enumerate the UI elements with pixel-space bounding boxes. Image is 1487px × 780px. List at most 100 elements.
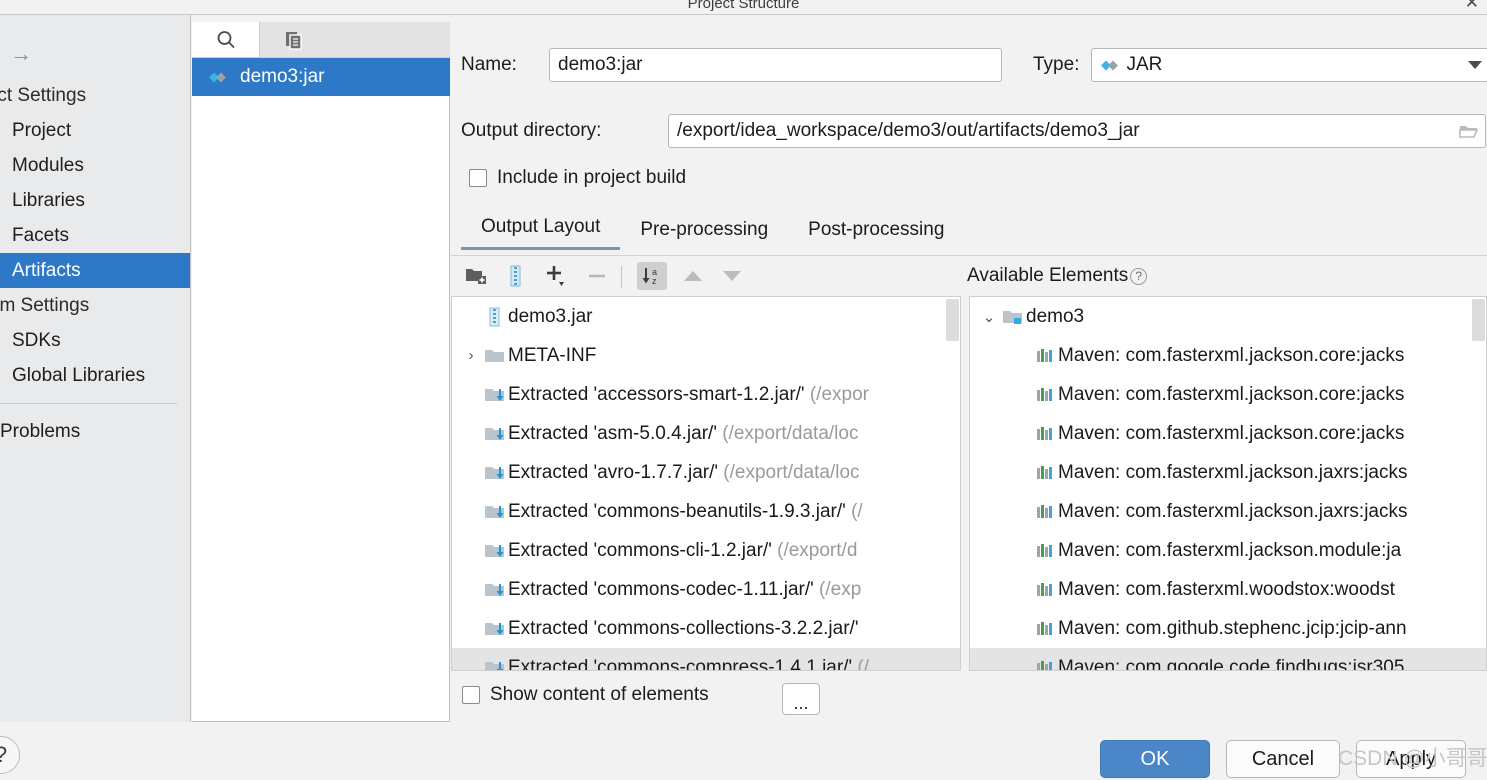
chevron-down-icon[interactable] xyxy=(1468,61,1483,69)
tree-row[interactable]: Extracted 'commons-collections-3.2.2.jar… xyxy=(452,609,960,648)
tree-row[interactable]: Extracted 'commons-cli-1.2.jar/' (/expor… xyxy=(452,531,960,570)
help-circle-icon[interactable]: ? xyxy=(1130,267,1148,285)
remove-icon xyxy=(582,262,612,290)
add-icon[interactable] xyxy=(541,262,571,290)
output-layout-tree[interactable]: demo3.jar › META-INF Extracted 'accessor… xyxy=(451,296,961,671)
sort-alphabetically-icon[interactable]: a z xyxy=(637,262,667,290)
artifacts-list-panel: demo3:jar xyxy=(192,22,450,722)
type-field-row: Type: JAR xyxy=(1033,48,1487,82)
tree-row-label: Maven: com.fasterxml.woodstox:woodst xyxy=(1058,578,1395,600)
tree-row[interactable]: Maven: com.github.stephenc.jcip:jcip-ann xyxy=(970,609,1486,648)
tree-row[interactable]: Extracted 'avro-1.7.7.jar/' (/export/dat… xyxy=(452,453,960,492)
jar-icon xyxy=(482,307,508,327)
sidebar-item-modules[interactable]: Modules xyxy=(0,148,190,183)
tree-row[interactable]: Maven: com.fasterxml.woodstox:woodst xyxy=(970,570,1486,609)
ok-button[interactable]: OK xyxy=(1100,740,1210,778)
forward-arrow-icon[interactable]: → xyxy=(10,43,32,65)
sidebar-item-global-libraries[interactable]: Global Libraries xyxy=(0,358,190,393)
extracted-icon xyxy=(482,542,508,560)
help-icon[interactable]: ? xyxy=(0,736,20,774)
tree-row-label: Extracted 'accessors-smart-1.2.jar/' (/e… xyxy=(508,383,869,405)
maven-library-icon xyxy=(1032,542,1058,560)
move-down-icon xyxy=(717,262,747,290)
name-input[interactable] xyxy=(549,48,1002,82)
tree-row[interactable]: › META-INF xyxy=(452,336,960,375)
tree-row[interactable]: Maven: com.fasterxml.jackson.core:jacks xyxy=(970,336,1486,375)
copy-icon[interactable] xyxy=(260,22,328,57)
browse-folder-icon[interactable] xyxy=(1451,115,1485,147)
name-field-row: Name: xyxy=(461,48,1002,82)
sidebar-divider xyxy=(0,403,177,404)
apply-button[interactable]: Apply xyxy=(1356,740,1466,778)
search-icon[interactable] xyxy=(192,22,260,57)
type-combobox[interactable]: JAR xyxy=(1091,48,1487,82)
tree-twisty[interactable]: ⌄ xyxy=(978,308,1000,326)
sidebar-item-facets[interactable]: Facets xyxy=(0,218,190,253)
close-icon[interactable]: ✕ xyxy=(1465,0,1479,13)
sidebar-list: oject Settings Project Modules Libraries… xyxy=(0,78,190,449)
include-in-build-label: Include in project build xyxy=(497,167,687,188)
tab-post-processing[interactable]: Post-processing xyxy=(788,213,964,250)
tree-footer-strip: Show content of elements ... xyxy=(451,672,1487,722)
svg-text:z: z xyxy=(652,276,657,286)
browse-button[interactable]: ... xyxy=(782,683,820,715)
tree-row[interactable]: ⌄ demo3 xyxy=(970,297,1486,336)
tree-row[interactable]: demo3.jar xyxy=(452,297,960,336)
scrollbar-thumb[interactable] xyxy=(946,299,959,341)
layout-toolbar: a z Available Elements ? xyxy=(451,256,1487,296)
tree-row[interactable]: Maven: com.fasterxml.jackson.core:jacks xyxy=(970,375,1486,414)
tree-row[interactable]: Maven: com.fasterxml.jackson.core:jacks xyxy=(970,414,1486,453)
tree-row-label: Extracted 'commons-codec-1.11.jar/' (/ex… xyxy=(508,578,862,600)
output-directory-wrapper xyxy=(668,114,1486,148)
artifacts-rows: demo3:jar xyxy=(192,58,450,721)
artifacts-toolbar xyxy=(192,22,450,58)
sidebar-item-artifacts[interactable]: Artifacts xyxy=(0,253,190,288)
include-in-build-row: Include in project build xyxy=(469,167,686,189)
tree-twisty[interactable]: › xyxy=(460,347,482,364)
show-content-label: Show content of elements xyxy=(490,684,709,705)
sidebar-item-libraries[interactable]: Libraries xyxy=(0,183,190,218)
name-label: Name: xyxy=(461,54,517,75)
sidebar-item-project[interactable]: Project xyxy=(0,113,190,148)
create-archive-icon[interactable] xyxy=(501,262,531,290)
tree-row[interactable]: Extracted 'commons-codec-1.11.jar/' (/ex… xyxy=(452,570,960,609)
scrollbar-thumb[interactable] xyxy=(1472,299,1485,341)
tree-row-label: Extracted 'avro-1.7.7.jar/' (/export/dat… xyxy=(508,461,860,483)
editor-tabs: Output Layout Pre-processing Post-proces… xyxy=(461,210,964,250)
tree-row[interactable]: Maven: com.fasterxml.jackson.module:ja xyxy=(970,531,1486,570)
show-content-checkbox[interactable] xyxy=(462,686,480,704)
maven-library-icon xyxy=(1032,347,1058,365)
tree-row[interactable]: Maven: com.fasterxml.jackson.jaxrs:jacks xyxy=(970,453,1486,492)
output-directory-input[interactable] xyxy=(668,114,1486,148)
sidebar-item-problems[interactable]: Problems xyxy=(0,414,190,449)
maven-library-icon xyxy=(1032,659,1058,670)
list-item[interactable]: demo3:jar xyxy=(192,58,450,96)
output-directory-label: Output directory: xyxy=(461,120,602,141)
tree-row-label: META-INF xyxy=(508,344,597,366)
tab-output-layout[interactable]: Output Layout xyxy=(461,210,621,250)
artifact-name: demo3:jar xyxy=(240,66,325,87)
tree-row[interactable]: Maven: com.fasterxml.jackson.jaxrs:jacks xyxy=(970,492,1486,531)
tree-row[interactable]: Extracted 'asm-5.0.4.jar/' (/export/data… xyxy=(452,414,960,453)
tree-row-label: Extracted 'commons-compress-1.4.1.jar/' … xyxy=(508,656,869,671)
move-up-icon xyxy=(678,262,708,290)
tree-row-label: Maven: com.github.stephenc.jcip:jcip-ann xyxy=(1058,617,1407,639)
show-content-row: Show content of elements xyxy=(462,684,709,706)
tree-row[interactable]: Extracted 'accessors-smart-1.2.jar/' (/e… xyxy=(452,375,960,414)
jar-artifact-icon xyxy=(204,68,230,87)
maven-library-icon xyxy=(1032,386,1058,404)
tree-row[interactable]: Extracted 'commons-beanutils-1.9.3.jar/'… xyxy=(452,492,960,531)
type-label: Type: xyxy=(1033,54,1080,75)
tree-row[interactable]: Maven: com.google.code.findbugs:jsr305 xyxy=(970,648,1486,671)
tab-pre-processing[interactable]: Pre-processing xyxy=(620,213,788,250)
cancel-button[interactable]: Cancel xyxy=(1226,740,1340,778)
tree-row[interactable]: Extracted 'commons-compress-1.4.1.jar/' … xyxy=(452,648,960,671)
create-directory-icon[interactable] xyxy=(461,262,491,290)
tree-row-label: Maven: com.google.code.findbugs:jsr305 xyxy=(1058,656,1405,671)
module-folder-icon xyxy=(1000,308,1026,326)
extracted-icon xyxy=(482,620,508,638)
available-elements-tree[interactable]: ⌄ demo3 Maven: com.fasterxml.jackson.cor… xyxy=(969,296,1487,671)
tree-row-label: Extracted 'asm-5.0.4.jar/' (/export/data… xyxy=(508,422,859,444)
include-in-build-checkbox[interactable] xyxy=(469,169,487,187)
sidebar-item-sdks[interactable]: SDKs xyxy=(0,323,190,358)
